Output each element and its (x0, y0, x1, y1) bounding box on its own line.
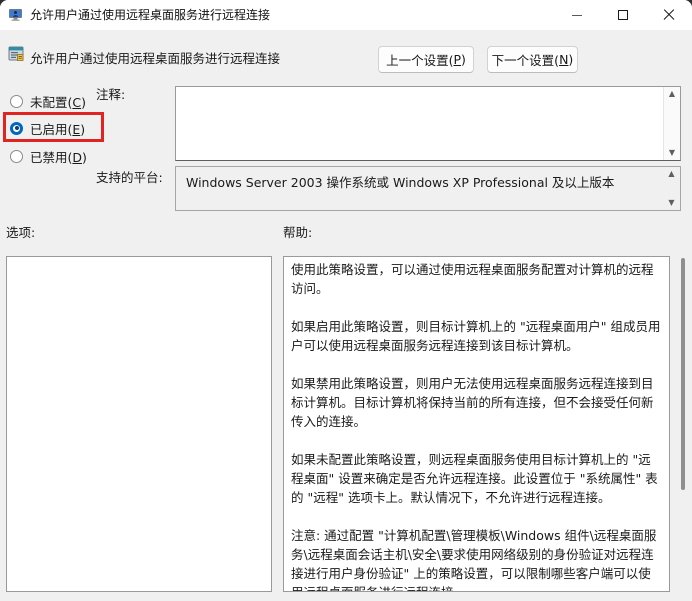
help-scrollbar-thumb[interactable] (681, 258, 685, 490)
comment-label: 注释: (96, 87, 126, 102)
help-paragraph: 如果启用此策略设置，则目标计算机上的 "远程桌面用户" 组成员用户可以使用远程桌… (291, 319, 661, 353)
supported-on-label: 支持的平台: (96, 170, 163, 185)
next-setting-button[interactable]: 下一个设置(N) (487, 46, 578, 73)
radio-not-configured-label: 未配置(C) (30, 94, 87, 110)
next-setting-label: 下一个设置( (491, 53, 560, 68)
comment-textbox[interactable]: ▲ ▼ (175, 86, 681, 161)
remote-desktop-icon (9, 9, 22, 21)
help-paragraph: 如果未配置此策略设置，则远程桌面服务使用目标计算机上的 "远程桌面" 设置来确定… (291, 452, 658, 505)
policy-setting-icon (8, 46, 24, 61)
radio-enabled-label: 已启用(E) (30, 121, 86, 137)
supported-on-value: Windows Server 2003 操作系统或 Windows XP Pro… (186, 175, 615, 190)
previous-setting-button[interactable]: 上一个设置(P) (378, 46, 474, 73)
radio-not-configured-circle[interactable] (10, 94, 23, 108)
scroll-up-icon[interactable]: ▲ (669, 90, 675, 98)
next-setting-mnemonic: N (559, 52, 569, 67)
options-label: 选项: (6, 225, 36, 240)
help-label: 帮助: (283, 225, 313, 240)
help-paragraph: 使用此策略设置，可以通过使用远程桌面服务配置对计算机的远程访问。 (291, 262, 654, 296)
supported-on-textbox[interactable]: Windows Server 2003 操作系统或 Windows XP Pro… (175, 166, 681, 211)
radio-disabled[interactable]: 已禁用(D) (10, 148, 87, 165)
setting-name: 允许用户通过使用远程桌面服务进行远程连接 (30, 51, 281, 66)
maximize-button[interactable] (600, 0, 646, 30)
window-title: 允许用户通过使用远程桌面服务进行远程连接 (30, 8, 271, 22)
options-panel (6, 256, 272, 592)
scroll-down-icon[interactable]: ▼ (668, 199, 674, 207)
close-button[interactable] (646, 0, 692, 30)
minimize-icon (572, 14, 582, 16)
radio-not-configured[interactable]: 未配置(C) (10, 93, 87, 110)
policy-setting-dialog: 允许用户通过使用远程桌面服务进行远程连接 允许用户通过使用远程桌面服务进行远程连… (0, 0, 692, 601)
supported-on-scrollbar[interactable]: ▲ ▼ (663, 167, 680, 210)
help-panel[interactable]: 使用此策略设置，可以通过使用远程桌面服务配置对计算机的远程访问。 如果启用此策略… (283, 256, 670, 592)
previous-setting-label-suffix: ) (461, 52, 466, 67)
radio-disabled-circle[interactable] (10, 149, 23, 163)
comment-scrollbar[interactable]: ▲ ▼ (663, 87, 680, 160)
help-paragraph: 如果禁用此策略设置，则用户无法使用远程桌面服务远程连接到目标计算机。目标计算机将… (291, 376, 654, 429)
minimize-button[interactable] (554, 0, 600, 30)
scroll-up-icon[interactable]: ▲ (668, 170, 674, 178)
previous-setting-mnemonic: P (453, 52, 462, 67)
radio-disabled-label: 已禁用(D) (30, 149, 87, 165)
help-text: 使用此策略设置，可以通过使用远程桌面服务配置对计算机的远程访问。 如果启用此策略… (284, 257, 669, 591)
radio-enabled[interactable]: 已启用(E) (10, 120, 86, 137)
previous-setting-label: 上一个设置( (386, 53, 454, 68)
title-bar[interactable]: 允许用户通过使用远程桌面服务进行远程连接 (0, 0, 692, 30)
scroll-down-icon[interactable]: ▼ (669, 149, 675, 157)
help-paragraph: 注意: 通过配置 "计算机配置\管理模板\Windows 组件\远程桌面服务\远… (291, 528, 657, 591)
maximize-icon (618, 10, 628, 20)
radio-enabled-circle[interactable] (10, 121, 23, 135)
close-icon (663, 9, 675, 21)
next-setting-label-suffix: ) (568, 52, 574, 67)
